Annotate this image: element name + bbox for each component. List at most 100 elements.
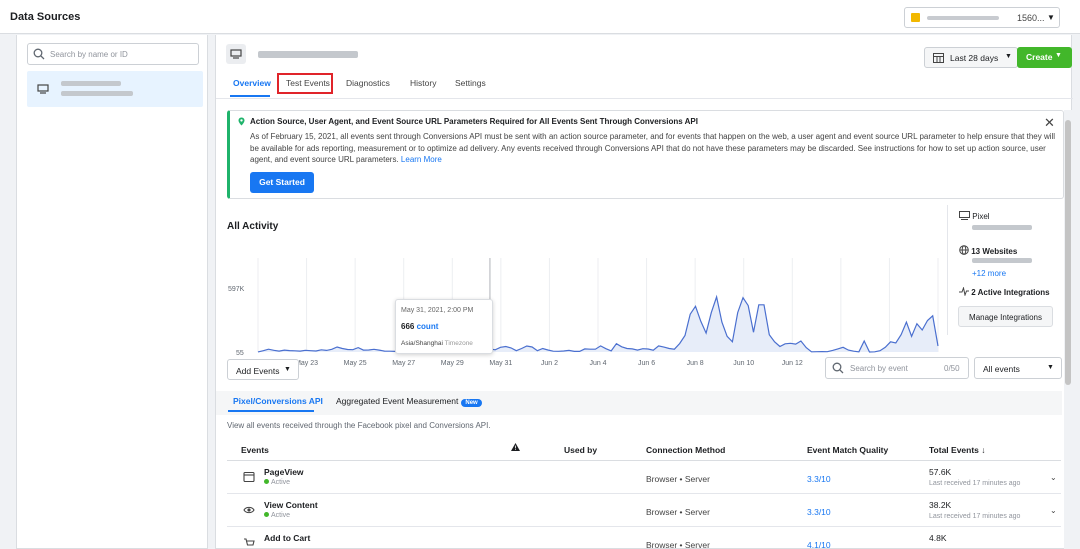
source-search-input[interactable]: Search by name or ID: [27, 43, 199, 65]
eye-icon: [243, 506, 255, 514]
account-selector[interactable]: 1560... ▼: [904, 7, 1060, 28]
chevron-down-icon: ▼: [1047, 13, 1055, 22]
tooltip-tz-label: Timezone: [444, 340, 473, 347]
x-tick-label: May 29: [441, 360, 464, 367]
table-row[interactable]: View Content Active Browser • Server 3.3…: [227, 495, 1061, 527]
main-scrollbar[interactable]: [1064, 110, 1072, 549]
account-icon: [911, 13, 920, 22]
search-placeholder: Search by name or ID: [50, 50, 128, 59]
event-status-text: Active: [271, 512, 291, 519]
event-filter-dropdown[interactable]: All events ▼: [974, 357, 1062, 379]
event-name: Add to Cart: [264, 533, 311, 543]
tab-diagnostics[interactable]: Diagnostics: [346, 78, 390, 88]
tab-history[interactable]: History: [410, 78, 436, 88]
search-icon: [832, 362, 844, 374]
integrations-row: 2 Active Integrations: [959, 286, 1050, 297]
event-name: PageView: [264, 467, 304, 477]
chevron-down-icon[interactable]: ⌄: [1050, 506, 1057, 515]
chevron-down-icon: ▼: [284, 366, 291, 373]
date-range-selector[interactable]: Last 28 days ▼: [924, 47, 1018, 68]
tooltip-timezone: Asia/Shanghai Timezone: [401, 340, 473, 347]
tooltip-date: May 31, 2021, 2:00 PM: [401, 307, 474, 314]
get-started-button[interactable]: Get Started: [250, 172, 314, 193]
tooltip-tz-value: Asia/Shanghai: [401, 340, 443, 347]
warning-icon: [511, 443, 520, 453]
add-events-label: Add Events: [236, 366, 280, 376]
page-title: Data Sources: [10, 11, 81, 23]
match-quality-link[interactable]: 3.3/10: [807, 507, 831, 517]
active-dot-icon: [264, 479, 269, 484]
total-events: 38.2K: [929, 500, 952, 510]
total-events: 4.8K: [929, 533, 947, 543]
account-id: 1560...: [1017, 13, 1045, 23]
tooltip-unit: count: [416, 322, 439, 331]
active-tab-indicator: [230, 95, 270, 97]
browser-window-icon: [243, 471, 255, 483]
websites-count: 13 Websites: [971, 247, 1018, 256]
add-events-button[interactable]: Add Events ▼: [227, 359, 299, 380]
scrollbar-thumb[interactable]: [1065, 120, 1071, 385]
learn-more-link[interactable]: Learn More: [401, 155, 442, 164]
tab-overview[interactable]: Overview: [233, 78, 271, 88]
active-dot-icon: [264, 512, 269, 517]
connection-method: Browser • Server: [646, 507, 710, 517]
calendar-icon: [933, 53, 944, 63]
table-row[interactable]: PageView Active Browser • Server 3.3/10 …: [227, 462, 1061, 494]
y-tick-label: 55: [236, 350, 244, 357]
create-label: Create: [1026, 52, 1053, 62]
event-search-input[interactable]: Search by event 0/50: [825, 357, 969, 379]
col-events: Events: [241, 445, 269, 455]
monitor-icon: [37, 84, 49, 94]
more-websites-link[interactable]: +12 more: [972, 269, 1006, 278]
last-received: Last received 17 minutes ago: [929, 513, 1021, 520]
col-connection: Connection Method: [646, 445, 726, 455]
close-icon[interactable]: ✕: [1044, 115, 1055, 131]
x-tick-label: May 31: [489, 360, 512, 367]
x-tick-label: Jun 10: [733, 360, 754, 367]
match-quality-link[interactable]: 3.3/10: [807, 474, 831, 484]
pixel-id-redacted: [972, 225, 1032, 230]
event-count: 0/50: [944, 364, 960, 373]
col-total[interactable]: Total Events ↓: [929, 445, 986, 455]
x-tick-label: Jun 4: [589, 360, 606, 367]
integrations-count: 2 Active Integrations: [971, 288, 1050, 297]
x-tick-label: May 27: [392, 360, 415, 367]
subtab-aem-label: Aggregated Event Measurement: [336, 396, 459, 406]
activity-title: All Activity: [227, 221, 279, 232]
chevron-down-icon[interactable]: ⌄: [1050, 473, 1057, 482]
manage-integrations-button[interactable]: Manage Integrations: [958, 306, 1053, 327]
subtab-pixel-capi[interactable]: Pixel/Conversions API: [233, 396, 323, 406]
last-received: Last received 17 minutes ago: [929, 480, 1021, 487]
col-used-by: Used by: [564, 445, 598, 455]
table-row[interactable]: Add to Cart Browser • Server 4.1/10 4.8K: [227, 528, 1061, 549]
date-range-label: Last 28 days: [950, 53, 999, 63]
cart-icon: [244, 538, 255, 546]
highlight-box: [277, 73, 333, 94]
tab-settings[interactable]: Settings: [455, 78, 486, 88]
pixel-label: Pixel: [972, 212, 990, 221]
event-status: Active: [264, 479, 290, 486]
banner-body: As of February 15, 2021, all events sent…: [250, 131, 1058, 166]
banner-title: Action Source, User Agent, and Event Sou…: [250, 117, 698, 126]
data-source-list: Search by name or ID: [16, 35, 208, 549]
monitor-icon: [959, 211, 970, 220]
col-quality: Event Match Quality: [807, 445, 889, 455]
match-quality-link[interactable]: 4.1/10: [807, 540, 831, 549]
x-tick-label: Jun 6: [638, 360, 655, 367]
x-tick-label: May 25: [344, 360, 367, 367]
total-events: 57.6K: [929, 467, 952, 477]
subtab-aem[interactable]: Aggregated Event Measurement New: [336, 396, 482, 407]
source-header: Overview Test Events Diagnostics History…: [216, 35, 1073, 99]
website-url-redacted: [972, 258, 1032, 263]
data-source-item[interactable]: [27, 71, 203, 107]
source-name-redacted: [61, 81, 121, 86]
active-subtab-indicator: [228, 410, 314, 412]
capi-notice-banner: Action Source, User Agent, and Event Sou…: [227, 110, 1064, 199]
create-button[interactable]: Create ▼: [1017, 47, 1072, 68]
main-panel: Overview Test Events Diagnostics History…: [215, 35, 1073, 549]
y-tick-label: 597K: [228, 286, 245, 293]
x-tick-label: Jun 8: [687, 360, 704, 367]
top-bar: Data Sources 1560... ▼: [0, 0, 1080, 34]
new-badge: New: [461, 399, 482, 407]
tooltip-count: 666: [401, 322, 415, 331]
